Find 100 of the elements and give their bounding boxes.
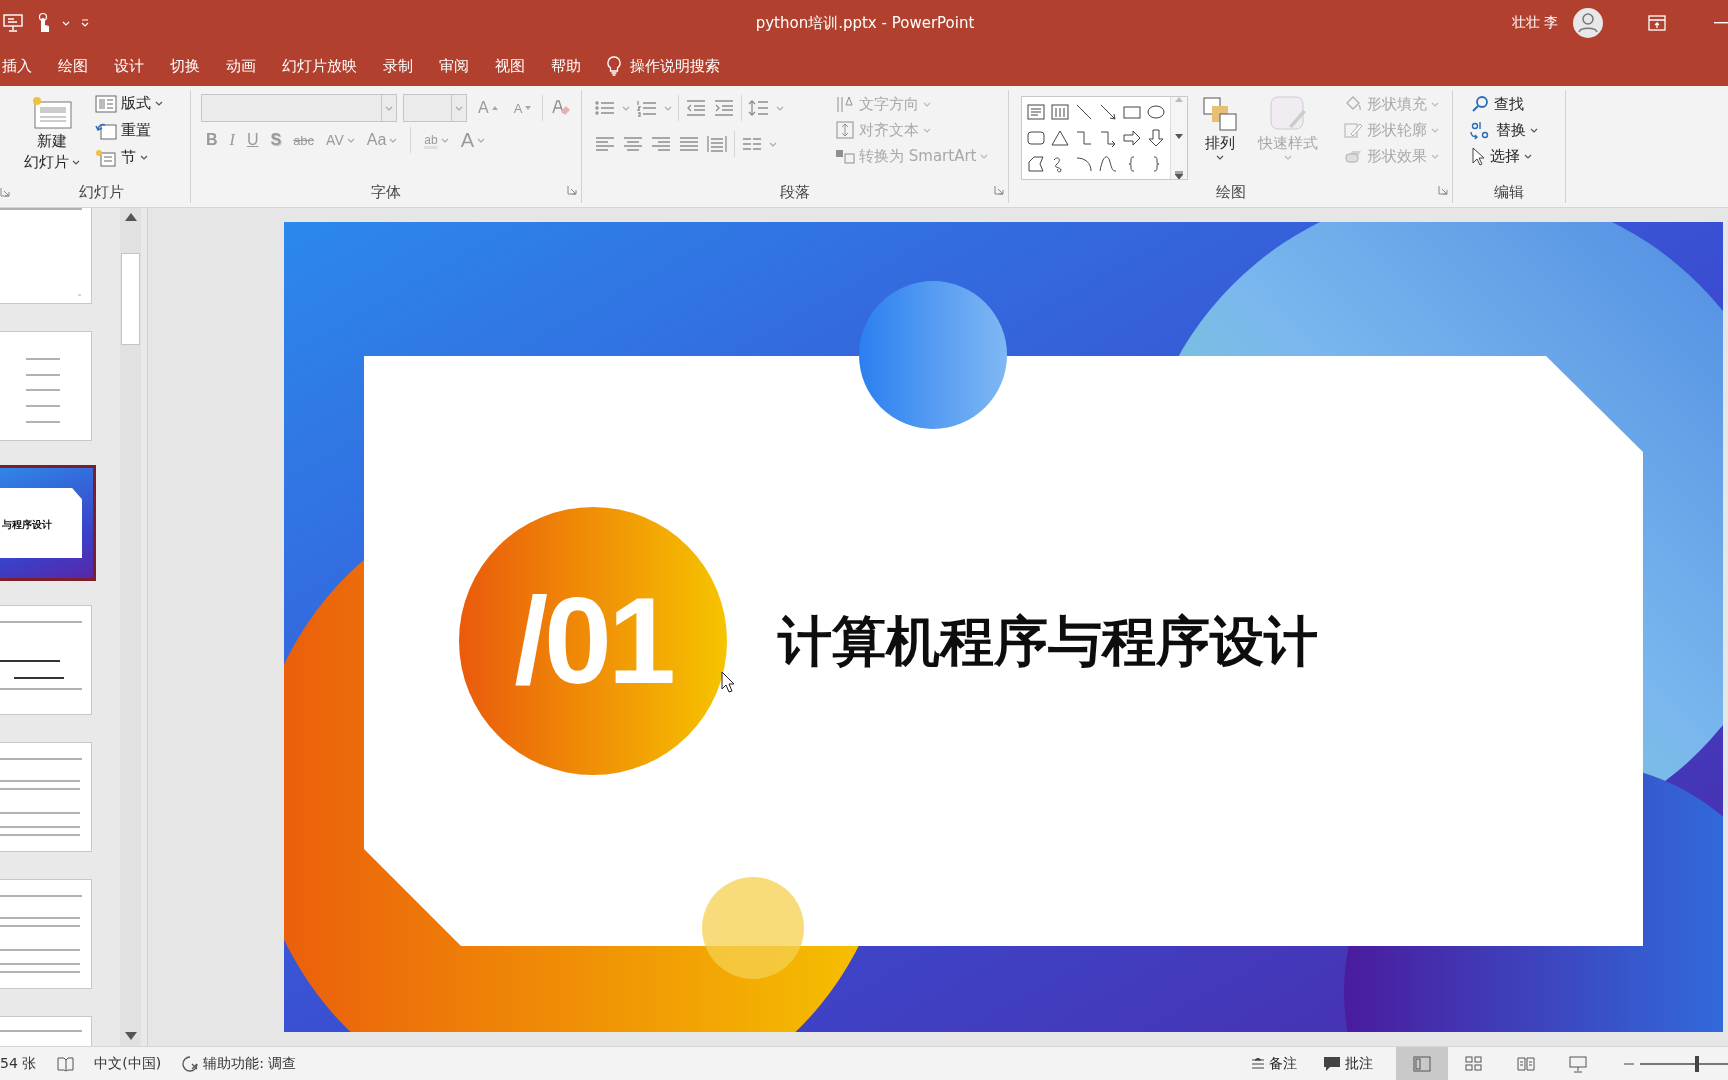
notes-button[interactable]: 备注	[1248, 1052, 1300, 1075]
scroll-down-icon[interactable]	[124, 1032, 137, 1040]
spelling-check-icon[interactable]	[56, 1055, 75, 1072]
caret-icon	[1524, 153, 1532, 159]
scroll-down-icon[interactable]	[1175, 134, 1183, 139]
group-label: 字体	[371, 182, 401, 202]
arrange-icon	[1202, 96, 1238, 132]
menu-tab[interactable]: 幻灯片放映	[269, 56, 370, 76]
quick-styles-icon	[1269, 96, 1307, 132]
dialog-launcher-icon[interactable]	[0, 187, 10, 197]
section-icon	[95, 148, 117, 167]
accessibility-status[interactable]: 辅助功能: 调查	[203, 1054, 297, 1073]
down-arrow-icon[interactable]	[1146, 128, 1166, 148]
slide-thumbnail[interactable]	[0, 742, 92, 852]
slide-thumbnail[interactable]	[0, 605, 92, 715]
line-icon[interactable]	[1074, 102, 1094, 122]
caret-icon	[980, 153, 989, 159]
menu-tab[interactable]: 帮助	[538, 56, 594, 76]
right-arrow-icon[interactable]	[1122, 128, 1142, 148]
dialog-launcher-icon[interactable]	[567, 185, 577, 195]
search-icon	[1470, 94, 1490, 114]
caret-icon	[923, 127, 931, 133]
font-name-field[interactable]	[201, 94, 397, 122]
triangle-icon[interactable]	[1050, 128, 1070, 148]
dialog-launcher-icon[interactable]	[994, 185, 1004, 195]
oval-icon[interactable]	[1146, 102, 1166, 122]
rounded-rectangle-icon[interactable]	[1026, 128, 1046, 148]
menu-tab[interactable]: 插入	[0, 56, 45, 76]
menu-tab[interactable]: 设计	[101, 56, 157, 76]
ribbon-display-icon[interactable]	[1648, 15, 1666, 31]
numbering-icon[interactable]	[636, 98, 658, 118]
align-right-icon[interactable]	[650, 134, 672, 154]
menu-tab[interactable]: 动画	[213, 56, 269, 76]
avatar-icon[interactable]	[1572, 7, 1604, 39]
arrow-line-icon[interactable]	[1098, 102, 1118, 122]
caret-down-icon	[525, 106, 532, 110]
reset-button[interactable]: 重置	[92, 119, 166, 142]
dialog-launcher-icon[interactable]	[1438, 185, 1448, 195]
slide-thumbnail[interactable]	[0, 208, 92, 304]
select-button[interactable]: 选择	[1467, 144, 1541, 168]
slide-title: 计算机程序与程序设计	[778, 609, 1318, 675]
justify-icon[interactable]	[678, 134, 700, 154]
sorter-view-icon	[1464, 1054, 1484, 1073]
caret-icon	[622, 105, 630, 111]
increase-indent-icon[interactable]	[713, 98, 735, 118]
zoom-thumb[interactable]	[1695, 1055, 1700, 1072]
group-label: 编辑	[1493, 181, 1525, 203]
pencil-icon	[1343, 120, 1363, 140]
new-slide-icon	[31, 96, 73, 130]
scrollbar[interactable]	[120, 208, 141, 1046]
slide-thumbnail[interactable]	[0, 331, 92, 441]
more-icon[interactable]	[1175, 171, 1183, 179]
scroll-thumb[interactable]	[121, 253, 140, 345]
align-left-icon[interactable]	[594, 134, 616, 154]
line-spacing-icon[interactable]	[748, 98, 770, 118]
menu-tab[interactable]: 审阅	[426, 56, 482, 76]
font-size-field[interactable]	[403, 94, 467, 122]
caret-icon	[769, 141, 777, 147]
section-button[interactable]: 节	[92, 146, 166, 169]
freeform-icon[interactable]	[1026, 154, 1046, 174]
new-slide-button[interactable]: 新建 幻灯片	[18, 92, 86, 181]
arrange-button[interactable]: 排列	[1196, 92, 1244, 181]
slide-thumbnail[interactable]: 与程序设计	[0, 465, 96, 581]
caret-icon	[455, 105, 463, 111]
slide-thumbnail[interactable]	[0, 879, 92, 989]
language-status[interactable]: 中文(中国)	[94, 1054, 162, 1073]
mouse-cursor-icon	[721, 671, 735, 693]
text-direction-icon	[835, 94, 855, 114]
caret-icon[interactable]	[62, 20, 70, 26]
caret-icon	[477, 137, 485, 143]
scroll-up-icon[interactable]	[124, 213, 137, 221]
caret-icon	[776, 105, 784, 111]
tell-me-search[interactable]: 操作说明搜索	[630, 56, 720, 76]
caret-icon	[140, 155, 148, 160]
menu-tab[interactable]: 录制	[370, 56, 426, 76]
comments-button[interactable]: 批注	[1320, 1052, 1376, 1075]
presentation-icon[interactable]	[2, 13, 24, 33]
caret-icon	[385, 105, 393, 111]
caret-icon	[72, 160, 80, 165]
caret-icon	[389, 137, 398, 143]
decrease-indent-icon[interactable]	[685, 98, 707, 118]
menu-tab[interactable]: 切换	[157, 56, 213, 76]
text-box-icon[interactable]	[1026, 102, 1046, 122]
layout-button[interactable]: 版式	[92, 92, 166, 115]
customize-icon[interactable]	[80, 18, 90, 28]
window-title: python培训.pptx - PowerPoint	[754, 13, 976, 33]
arc-icon[interactable]	[1074, 154, 1094, 174]
menu-tab[interactable]: 视图	[482, 56, 538, 76]
align-center-icon[interactable]	[622, 134, 644, 154]
curve-icon[interactable]	[1098, 154, 1118, 174]
find-button[interactable]: 查找	[1467, 92, 1541, 116]
accessibility-icon[interactable]	[181, 1054, 200, 1073]
minimize-icon[interactable]	[1714, 22, 1728, 24]
user-name[interactable]: 壮壮 李	[1511, 14, 1558, 32]
notes-icon	[1251, 1057, 1265, 1070]
distributed-icon[interactable]	[706, 134, 728, 154]
normal-view-button[interactable]	[1396, 1047, 1448, 1080]
menu-tab[interactable]: 绘图	[45, 56, 101, 76]
slideshow-view-icon	[1568, 1054, 1588, 1073]
replace-button[interactable]: 替换	[1467, 118, 1541, 142]
